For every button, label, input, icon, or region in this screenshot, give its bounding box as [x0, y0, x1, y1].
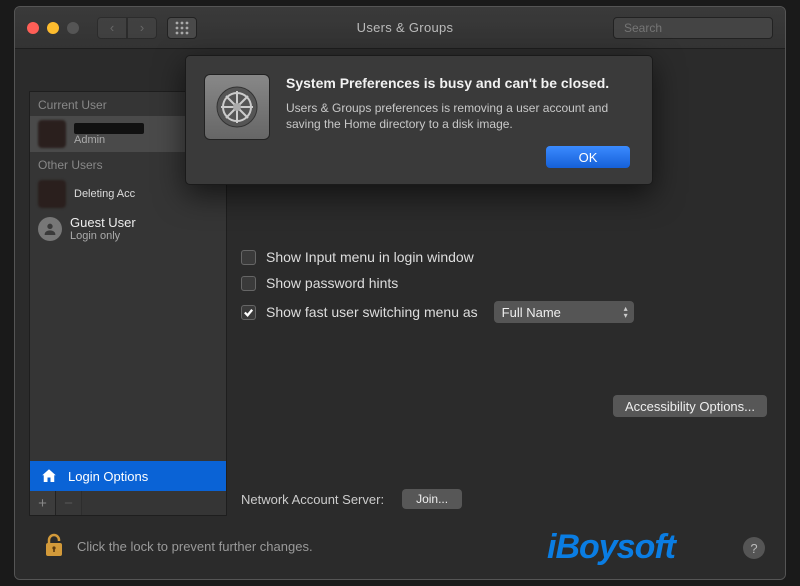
dialog-description: Users & Groups preferences is removing a…: [286, 100, 630, 132]
help-button[interactable]: ?: [743, 537, 765, 559]
grid-icon: [175, 21, 189, 35]
login-options-row[interactable]: Login Options: [30, 461, 226, 491]
search-field[interactable]: [613, 17, 773, 39]
lock-icon[interactable]: [43, 533, 65, 559]
show-input-label: Show Input menu in login window: [266, 249, 474, 265]
user-status: Deleting Acc: [74, 188, 135, 200]
avatar: [38, 180, 66, 208]
traffic-lights: [27, 22, 79, 34]
check-icon: [243, 307, 254, 318]
add-user-button[interactable]: +: [30, 491, 56, 515]
select-value: Full Name: [502, 305, 561, 320]
dialog-body: System Preferences is busy and can't be …: [286, 74, 630, 168]
dialog-title: System Preferences is busy and can't be …: [286, 74, 630, 92]
prefs-app-icon: [204, 74, 270, 140]
fast-switch-select[interactable]: Full Name ▴▾: [494, 301, 634, 323]
house-icon: [40, 467, 58, 485]
gear-icon: [213, 83, 261, 131]
search-input[interactable]: [624, 21, 779, 35]
lock-row: Click the lock to prevent further change…: [43, 533, 313, 559]
avatar: [38, 120, 66, 148]
show-hints-row: Show password hints: [241, 275, 767, 291]
show-all-button[interactable]: [167, 17, 197, 39]
network-server-row: Network Account Server: Join...: [241, 489, 462, 509]
sidebar-buttons: + −: [30, 491, 82, 515]
watermark-logo: iBoysoft: [547, 528, 675, 567]
join-button[interactable]: Join...: [402, 489, 462, 509]
network-label: Network Account Server:: [241, 492, 384, 507]
close-icon[interactable]: [27, 22, 39, 34]
minimize-icon[interactable]: [47, 22, 59, 34]
guest-avatar-icon: [38, 217, 62, 241]
nav-group: ‹ ›: [97, 17, 157, 39]
show-input-row: Show Input menu in login window: [241, 249, 767, 265]
show-hints-checkbox[interactable]: [241, 276, 256, 291]
preferences-window: ‹ › Users & Groups Current User Admin Ot…: [14, 6, 786, 580]
window-title: Users & Groups: [197, 20, 613, 35]
guest-user-row[interactable]: Guest User Login only: [30, 212, 226, 246]
user-role: Login only: [70, 230, 136, 242]
fast-switch-row: Show fast user switching menu as Full Na…: [241, 301, 767, 323]
fast-switch-label: Show fast user switching menu as: [266, 304, 478, 320]
show-input-checkbox[interactable]: [241, 250, 256, 265]
accessibility-options-button[interactable]: Accessibility Options...: [613, 395, 767, 417]
chevron-updown-icon: ▴▾: [624, 305, 628, 319]
user-role: Admin: [74, 134, 144, 146]
user-name: [74, 123, 144, 134]
remove-user-button: −: [56, 491, 82, 515]
user-name: Guest User: [70, 216, 136, 230]
maximize-icon: [67, 22, 79, 34]
show-hints-label: Show password hints: [266, 275, 398, 291]
back-button[interactable]: ‹: [97, 17, 127, 39]
lock-message: Click the lock to prevent further change…: [77, 539, 313, 554]
fast-switch-checkbox[interactable]: [241, 305, 256, 320]
ok-button[interactable]: OK: [546, 146, 630, 168]
busy-dialog: System Preferences is busy and can't be …: [185, 55, 653, 185]
forward-button: ›: [127, 17, 157, 39]
login-options-label: Login Options: [68, 469, 148, 484]
titlebar: ‹ › Users & Groups: [15, 7, 785, 49]
